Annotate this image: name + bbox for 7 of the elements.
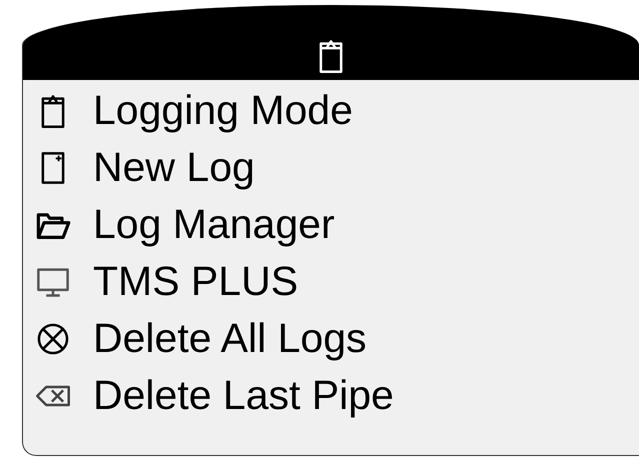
menu-item[interactable]: Delete All Logs <box>23 310 639 367</box>
menu-item[interactable]: TMS PLUS <box>23 253 639 310</box>
menu-item[interactable]: Delete Last Pipe <box>23 367 639 424</box>
circle-x-icon <box>35 320 71 356</box>
menu-item[interactable]: Log Manager <box>23 196 639 253</box>
menu-item[interactable]: New Log <box>23 139 639 196</box>
menu-item[interactable]: Logging Mode <box>23 82 639 139</box>
